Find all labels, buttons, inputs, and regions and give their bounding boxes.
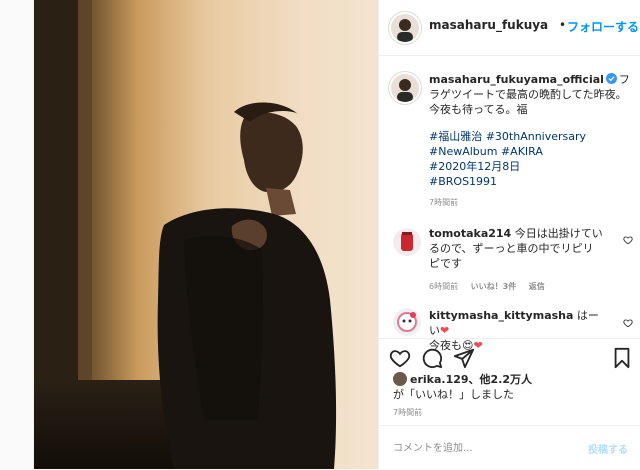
liker-avatar[interactable] xyxy=(393,372,407,386)
comment-input[interactable] xyxy=(391,438,575,458)
red-heart-emoji: ❤ xyxy=(440,324,450,337)
hashtag-line[interactable]: #BROS1991 xyxy=(429,174,634,189)
comment-heart-icon[interactable] xyxy=(623,318,633,328)
comment-username[interactable]: tomotaka214 xyxy=(429,227,511,240)
caption-text: masaharu_fukuyama_official フラゲツイートで最高の晩酌し… xyxy=(429,72,634,117)
author-avatar[interactable] xyxy=(391,14,419,42)
hashtags: #福山雅治 #30thAnniversary #NewAlbum #AKIRA … xyxy=(429,129,634,189)
caption-avatar[interactable] xyxy=(391,74,419,102)
hashtag-line[interactable]: #NewAlbum #AKIRA xyxy=(429,144,634,159)
reply-button[interactable]: 返信 xyxy=(529,282,545,291)
comment-bar: 投稿する xyxy=(379,425,640,470)
post-photo xyxy=(34,0,378,469)
post-side-panel: masaharu_fukuya • フォローする masaharu_fukuya… xyxy=(378,0,640,469)
hashtag-line[interactable]: #福山雅治 #30thAnniversary xyxy=(429,129,634,144)
post-header: masaharu_fukuya • フォローする xyxy=(379,0,640,56)
follow-button[interactable]: フォローする xyxy=(567,18,639,35)
post-comment-button[interactable]: 投稿する xyxy=(588,441,628,456)
likes-others[interactable]: 、他2.2万人 xyxy=(469,373,533,386)
separator-dot: • xyxy=(559,18,567,32)
verified-badge-icon xyxy=(605,73,617,84)
commenter-avatar[interactable] xyxy=(393,308,421,336)
hashtag-line[interactable]: #2020年12月8日 xyxy=(429,159,634,174)
post-modal: masaharu_fukuya • フォローする masaharu_fukuya… xyxy=(33,0,640,469)
liker-username[interactable]: erika.129 xyxy=(410,373,469,386)
bookmark-icon[interactable] xyxy=(611,347,633,369)
heart-icon[interactable] xyxy=(389,347,411,369)
comment-meta: 6時間前 いいね！3件 返信 xyxy=(429,281,555,292)
comment-time: 6時間前 xyxy=(429,282,459,291)
author-username[interactable]: masaharu_fukuya xyxy=(429,18,548,32)
post-time: 7時間前 xyxy=(393,408,423,417)
comment-likes[interactable]: いいね！3件 xyxy=(471,282,517,291)
comment-heart-icon[interactable] xyxy=(623,235,633,245)
caption-time: 7時間前 xyxy=(429,198,459,207)
share-icon[interactable] xyxy=(453,347,475,369)
likes-summary: erika.129、他2.2万人 が「いいね！」しました xyxy=(393,372,532,402)
caption-username[interactable]: masaharu_fukuyama_official xyxy=(429,73,604,86)
comment-item: tomotaka214 今日は出掛けているので、ずーっと車の中でリピリピです xyxy=(429,226,604,271)
comment-username[interactable]: kittymasha_kittymasha xyxy=(429,309,573,322)
comment-icon[interactable] xyxy=(421,347,443,369)
commenter-avatar[interactable] xyxy=(393,228,421,256)
likes-suffix: が「いいね！」しました xyxy=(393,388,514,401)
